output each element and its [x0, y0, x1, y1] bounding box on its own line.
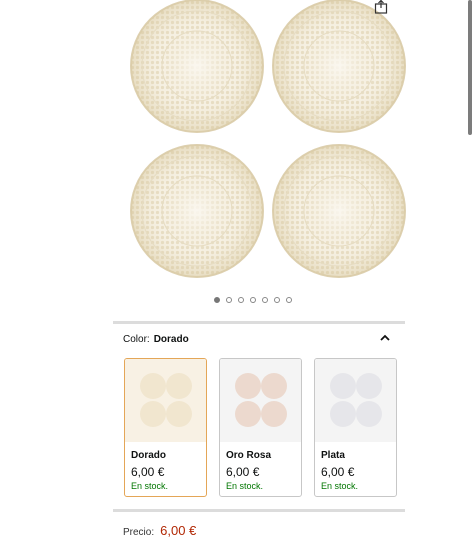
scrollbar[interactable]	[468, 0, 472, 135]
swatch-stock: En stock.	[131, 481, 169, 491]
placemat	[130, 0, 264, 133]
price-row: Precio: 6,00 €	[123, 523, 196, 538]
color-selector-header: Color: Dorado	[123, 334, 189, 345]
color-label: Color:	[123, 334, 150, 345]
price-label: Precio:	[123, 527, 155, 538]
swatch-name: Dorado	[131, 450, 166, 461]
carousel-dot[interactable]	[286, 297, 292, 303]
placemats-image	[130, 0, 406, 278]
carousel-dot[interactable]	[274, 297, 280, 303]
swatch-price: 6,00 €	[226, 465, 260, 479]
share-icon[interactable]	[374, 0, 388, 14]
swatch-price: 6,00 €	[131, 465, 165, 479]
carousel-dot[interactable]	[214, 297, 220, 303]
swatch-stock: En stock.	[321, 481, 359, 491]
color-option-oro-rosa[interactable]: Oro Rosa 6,00 € En stock.	[219, 358, 302, 497]
carousel-dot[interactable]	[262, 297, 268, 303]
price-value: 6,00 €	[160, 523, 197, 538]
selected-color: Dorado	[153, 334, 189, 345]
carousel-dot[interactable]	[238, 297, 244, 303]
image-carousel-dots[interactable]	[214, 297, 292, 303]
placemat	[272, 0, 406, 133]
color-option-plata[interactable]: Plata 6,00 € En stock.	[314, 358, 397, 497]
placemat	[130, 144, 264, 278]
divider	[113, 321, 405, 324]
swatch-image	[315, 359, 396, 442]
swatch-image	[125, 359, 206, 442]
swatch-name: Plata	[321, 450, 345, 461]
divider	[113, 509, 405, 512]
carousel-dot[interactable]	[226, 297, 232, 303]
swatch-price: 6,00 €	[321, 465, 355, 479]
swatch-image	[220, 359, 301, 442]
chevron-up-icon[interactable]	[378, 331, 392, 345]
placemat	[272, 144, 406, 278]
carousel-dot[interactable]	[250, 297, 256, 303]
swatch-stock: En stock.	[226, 481, 264, 491]
product-image[interactable]	[0, 0, 475, 318]
color-option-dorado[interactable]: Dorado 6,00 € En stock.	[124, 358, 207, 497]
swatch-name: Oro Rosa	[226, 450, 272, 461]
